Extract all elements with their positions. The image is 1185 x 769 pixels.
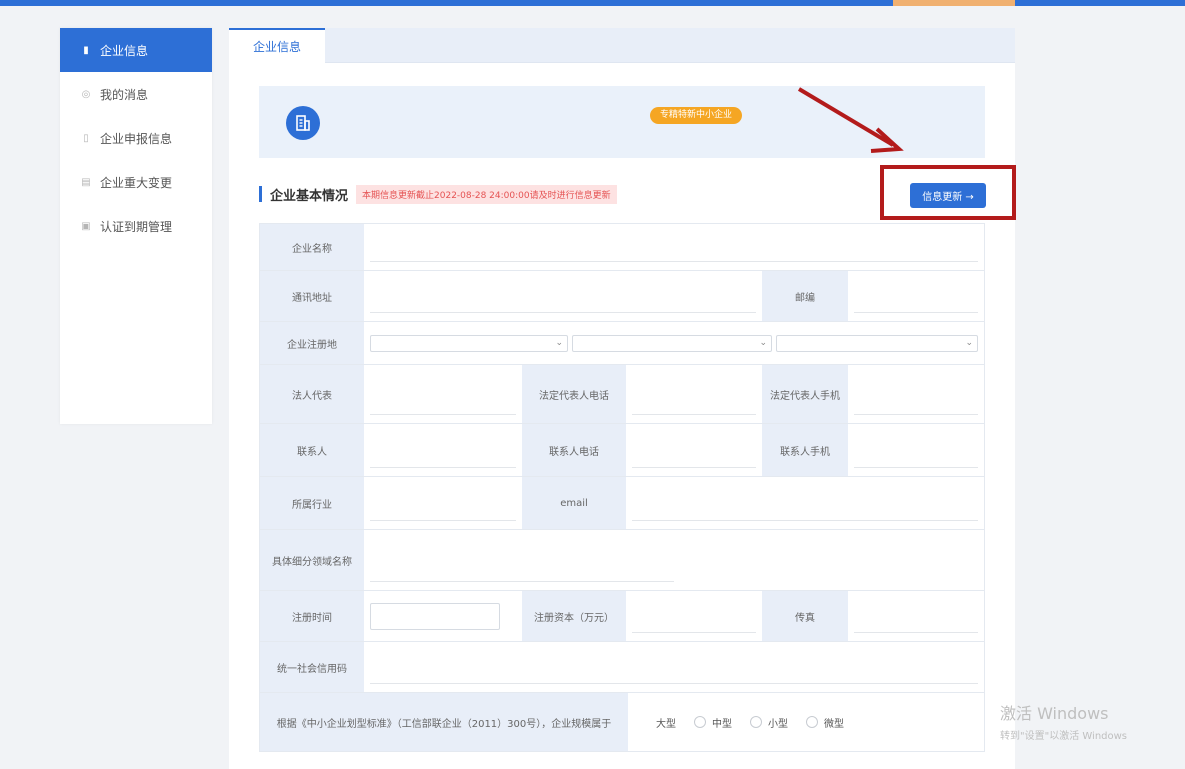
sidebar-item-major-change[interactable]: ▤ 企业重大变更 bbox=[60, 160, 212, 204]
watermark-line-1: 激活 Windows bbox=[1000, 704, 1109, 723]
sidebar-item-label: 企业信息 bbox=[100, 43, 149, 58]
legal-rep-phone-label: 法定代表人电话 bbox=[522, 365, 626, 423]
form-row: 统一社会信用码 bbox=[259, 642, 985, 693]
chevron-down-icon: ⌄ bbox=[965, 338, 973, 348]
sidebar-item-cert-expiry[interactable]: ▣ 认证到期管理 bbox=[60, 204, 212, 248]
email-label: email bbox=[522, 477, 626, 529]
scale-option-small[interactable]: 小型 bbox=[750, 715, 788, 730]
tab-company-info[interactable]: 企业信息 bbox=[229, 28, 325, 63]
top-bar-accent bbox=[893, 0, 1015, 6]
reg-place-selects: ⌄ ⌄ ⌄ bbox=[364, 322, 984, 364]
contact-phone-label: 联系人电话 bbox=[522, 424, 626, 476]
fax-field[interactable] bbox=[848, 591, 984, 641]
scale-option-label: 大型 bbox=[656, 718, 676, 730]
legal-rep-mobile-field[interactable] bbox=[848, 365, 984, 423]
province-select[interactable]: ⌄ bbox=[370, 334, 568, 352]
building-icon: ▮ bbox=[83, 44, 89, 56]
legal-rep-mobile-label: 法定代表人手机 bbox=[762, 365, 848, 423]
document-icon: ▯ bbox=[83, 132, 89, 144]
subfield-label: 具体细分领域名称 bbox=[260, 530, 364, 590]
radio-icon[interactable] bbox=[694, 716, 706, 728]
radio-icon[interactable] bbox=[750, 716, 762, 728]
form-row: 注册时间 注册资本（万元） 传真 bbox=[259, 591, 985, 642]
section-bar bbox=[259, 186, 262, 202]
scale-option-label: 小型 bbox=[768, 718, 788, 730]
section-header: 企业基本情况 本期信息更新截止2022-08-28 24:00:00请及时进行信… bbox=[259, 183, 617, 205]
company-form: 企业名称 通讯地址 邮编 企业注册地 ⌄ ⌄ ⌄ 法人代表 法定代表人电话 法定… bbox=[259, 223, 985, 752]
message-icon: ◎ bbox=[81, 88, 91, 100]
reg-place-label: 企业注册地 bbox=[260, 322, 364, 364]
sidebar: ▮ 企业信息 ◎ 我的消息 ▯ 企业申报信息 ▤ 企业重大变更 ▣ 认证到期管理 bbox=[60, 28, 212, 424]
sidebar-item-label: 企业申报信息 bbox=[100, 131, 173, 146]
section-title: 企业基本情况 bbox=[270, 188, 349, 204]
credit-code-label: 统一社会信用码 bbox=[260, 642, 364, 692]
reg-time-input[interactable] bbox=[370, 602, 500, 630]
postcode-field[interactable] bbox=[848, 271, 984, 321]
legal-rep-label: 法人代表 bbox=[260, 365, 364, 423]
credit-code-field[interactable] bbox=[364, 642, 984, 692]
annotation-highlight-box bbox=[880, 165, 1016, 220]
company-name-field[interactable] bbox=[364, 224, 984, 270]
fax-label: 传真 bbox=[762, 591, 848, 641]
contact-label: 联系人 bbox=[260, 424, 364, 476]
tab-bar: 企业信息 bbox=[229, 28, 1015, 63]
watermark-line-2: 转到"设置"以激活 Windows bbox=[1000, 731, 1128, 742]
district-select[interactable]: ⌄ bbox=[776, 334, 978, 352]
form-row: 企业注册地 ⌄ ⌄ ⌄ bbox=[259, 322, 985, 365]
top-bar bbox=[0, 0, 1185, 6]
scale-option-label: 微型 bbox=[824, 718, 844, 730]
windows-activation-watermark: 激活 Windows 转到"设置"以激活 Windows bbox=[1000, 700, 1127, 742]
form-row: 企业名称 bbox=[259, 223, 985, 271]
scale-option-large[interactable]: 大型 bbox=[656, 715, 676, 730]
form-row: 通讯地址 邮编 bbox=[259, 271, 985, 322]
legal-rep-phone-field[interactable] bbox=[626, 365, 762, 423]
sidebar-item-messages[interactable]: ◎ 我的消息 bbox=[60, 72, 212, 116]
city-select[interactable]: ⌄ bbox=[572, 334, 772, 352]
contact-mobile-label: 联系人手机 bbox=[762, 424, 848, 476]
company-name-label: 企业名称 bbox=[260, 224, 364, 270]
scale-option-micro[interactable]: 微型 bbox=[806, 715, 844, 730]
building-icon bbox=[296, 115, 310, 131]
reg-time-field bbox=[364, 591, 522, 641]
chevron-down-icon: ⌄ bbox=[759, 338, 767, 348]
industry-label: 所属行业 bbox=[260, 477, 364, 529]
sidebar-item-label: 企业重大变更 bbox=[100, 175, 173, 190]
status-badge: 专精特新中小企业 bbox=[650, 107, 743, 124]
scale-option-label: 中型 bbox=[712, 718, 732, 730]
scale-option-medium[interactable]: 中型 bbox=[694, 715, 732, 730]
scale-radio-group: 大型 中型 小型 微型 bbox=[628, 693, 984, 751]
contact-phone-field[interactable] bbox=[626, 424, 762, 476]
form-row: 法人代表 法定代表人电话 法定代表人手机 bbox=[259, 365, 985, 424]
annotation-arrow bbox=[797, 87, 904, 153]
address-label: 通讯地址 bbox=[260, 271, 364, 321]
form-row: 联系人 联系人电话 联系人手机 bbox=[259, 424, 985, 477]
sidebar-item-label: 认证到期管理 bbox=[100, 219, 173, 234]
industry-field[interactable] bbox=[364, 477, 522, 529]
contact-mobile-field[interactable] bbox=[848, 424, 984, 476]
company-logo bbox=[286, 106, 320, 140]
radio-icon[interactable] bbox=[806, 716, 818, 728]
scale-question-label: 根据《中小企业划型标准》（工信部联企业（2011）300号），企业规模属于 bbox=[260, 693, 628, 751]
sidebar-item-declaration[interactable]: ▯ 企业申报信息 bbox=[60, 116, 212, 160]
form-row: 所属行业 email bbox=[259, 477, 985, 530]
address-field[interactable] bbox=[364, 271, 762, 321]
sidebar-item-label: 我的消息 bbox=[100, 87, 149, 102]
calendar-icon: ▣ bbox=[81, 220, 91, 232]
deadline-notice: 本期信息更新截止2022-08-28 24:00:00请及时进行信息更新 bbox=[356, 184, 617, 204]
legal-rep-field[interactable] bbox=[364, 365, 522, 423]
reg-capital-field[interactable] bbox=[626, 591, 762, 641]
sidebar-item-company-info[interactable]: ▮ 企业信息 bbox=[60, 28, 212, 72]
list-icon: ▤ bbox=[81, 176, 91, 188]
form-row: 根据《中小企业划型标准》（工信部联企业（2011）300号），企业规模属于 大型… bbox=[259, 693, 985, 752]
chevron-down-icon: ⌄ bbox=[555, 338, 563, 348]
subfield-field[interactable] bbox=[364, 530, 984, 590]
form-row: 具体细分领域名称 bbox=[259, 530, 985, 591]
reg-capital-label: 注册资本（万元） bbox=[522, 591, 626, 641]
contact-field[interactable] bbox=[364, 424, 522, 476]
postcode-label: 邮编 bbox=[762, 271, 848, 321]
email-field[interactable] bbox=[626, 477, 984, 529]
reg-time-label: 注册时间 bbox=[260, 591, 364, 641]
